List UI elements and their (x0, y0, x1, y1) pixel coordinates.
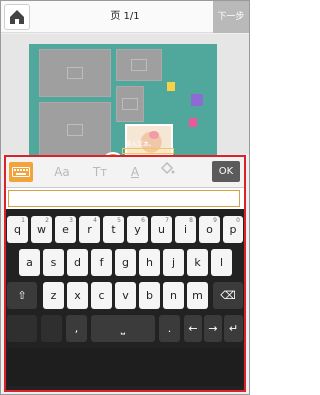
space-icon: ⎵ (120, 322, 126, 335)
key-c[interactable]: c (91, 282, 112, 309)
enter-icon: ↵ (228, 322, 239, 335)
font-color-button[interactable]: A (124, 162, 146, 182)
shift-icon: ⇧ (17, 289, 27, 302)
text-placeholder[interactable]: 输入文本。 (125, 139, 155, 148)
layout-canvas: 输入文本。 (1, 34, 249, 164)
key-hint: 3 (69, 217, 73, 224)
key-label: e (62, 223, 69, 236)
text-input-field[interactable] (8, 190, 240, 207)
key-s[interactable]: s (43, 249, 64, 276)
key-hint: 4 (93, 217, 97, 224)
key-b[interactable]: b (139, 282, 160, 309)
key-q[interactable]: q1 (7, 216, 28, 243)
key-z[interactable]: z (43, 282, 64, 309)
key-hint: 1 (21, 217, 25, 224)
key-label: w (37, 223, 46, 236)
keyboard-icon (12, 167, 30, 177)
comma-key[interactable]: , (66, 315, 87, 342)
symbols-key[interactable] (7, 315, 37, 342)
delete-key[interactable]: ⌫ (213, 282, 243, 309)
next-button[interactable]: 下一步 (213, 1, 249, 33)
key-f[interactable]: f (91, 249, 112, 276)
space-bar[interactable]: ⎵ (91, 315, 155, 342)
key-t[interactable]: t5 (103, 216, 124, 243)
key-hint: 0 (236, 217, 240, 224)
header-bar: 页 1/1 下一步 (1, 1, 249, 33)
language-key[interactable] (41, 315, 62, 342)
text-input-panel: Aa Tт A OK q1 w2 e3 r4 t5 y6 u7 i8 o9 p … (4, 155, 246, 392)
key-m[interactable]: m (187, 282, 208, 309)
input-row (6, 187, 244, 209)
arrow-left-key[interactable]: ← (184, 315, 202, 342)
key-hint: 8 (189, 217, 193, 224)
key-a[interactable]: a (19, 249, 40, 276)
key-g[interactable]: g (115, 249, 136, 276)
key-y[interactable]: y6 (127, 216, 148, 243)
key-label: o (206, 223, 213, 236)
key-hint: 2 (45, 217, 49, 224)
key-label: r (87, 223, 92, 236)
ok-button[interactable]: OK (212, 161, 240, 182)
pink-decoration (189, 118, 197, 127)
key-label: q (14, 223, 21, 236)
fill-color-button[interactable] (156, 161, 178, 182)
key-label: p (229, 223, 237, 236)
arrow-right-key[interactable]: → (204, 315, 222, 342)
keyboard-toggle-button[interactable] (9, 162, 33, 182)
enter-key[interactable]: ↵ (224, 315, 243, 342)
key-j[interactable]: j (163, 249, 184, 276)
photo-slot[interactable] (39, 102, 111, 158)
soft-keyboard: q1 w2 e3 r4 t5 y6 u7 i8 o9 p0 a s d f g … (6, 210, 244, 390)
key-hint: 6 (141, 217, 145, 224)
photo-slot[interactable] (116, 86, 144, 122)
key-hint: 5 (117, 217, 121, 224)
backspace-icon: ⌫ (220, 289, 236, 302)
layout-template[interactable] (29, 44, 217, 164)
key-v[interactable]: v (115, 282, 136, 309)
key-label: y (134, 223, 141, 236)
image-placeholder-icon (67, 124, 83, 136)
key-h[interactable]: h (139, 249, 160, 276)
key-u[interactable]: u7 (151, 216, 172, 243)
key-hint: 9 (213, 217, 217, 224)
key-n[interactable]: n (163, 282, 184, 309)
key-i[interactable]: i8 (175, 216, 196, 243)
text-box-outline (122, 148, 174, 154)
keyboard-bottom-area (7, 348, 243, 386)
period-key[interactable]: . (159, 315, 180, 342)
yellow-decoration (167, 82, 175, 91)
key-d[interactable]: d (67, 249, 88, 276)
key-e[interactable]: e3 (55, 216, 76, 243)
photo-slot[interactable] (39, 49, 111, 97)
app-frame: 页 1/1 下一步 输入文本。 ✕ (0, 0, 250, 395)
flower-icon (149, 131, 159, 139)
arrow-right-icon: → (208, 322, 218, 335)
font-button[interactable]: Aa (50, 162, 74, 182)
key-p[interactable]: p0 (223, 216, 243, 243)
shift-key[interactable]: ⇧ (7, 282, 37, 309)
key-hint: 7 (165, 217, 169, 224)
paint-bucket-icon (160, 161, 175, 175)
key-o[interactable]: o9 (199, 216, 220, 243)
image-placeholder-icon (67, 67, 83, 79)
key-k[interactable]: k (187, 249, 208, 276)
image-placeholder-icon (131, 59, 147, 71)
purple-decoration (191, 94, 203, 106)
key-label: u (158, 223, 165, 236)
image-placeholder-icon (122, 98, 138, 110)
photo-slot[interactable] (116, 49, 162, 81)
text-toolbar: Aa Tт A OK (6, 157, 244, 187)
key-r[interactable]: r4 (79, 216, 100, 243)
key-label: i (183, 223, 188, 236)
font-size-button[interactable]: Tт (88, 162, 112, 182)
arrow-left-icon: ← (188, 322, 198, 335)
page-title: 页 1/1 (110, 11, 140, 22)
key-x[interactable]: x (67, 282, 88, 309)
key-w[interactable]: w2 (31, 216, 52, 243)
key-l[interactable]: l (211, 249, 232, 276)
key-label: t (111, 223, 116, 236)
